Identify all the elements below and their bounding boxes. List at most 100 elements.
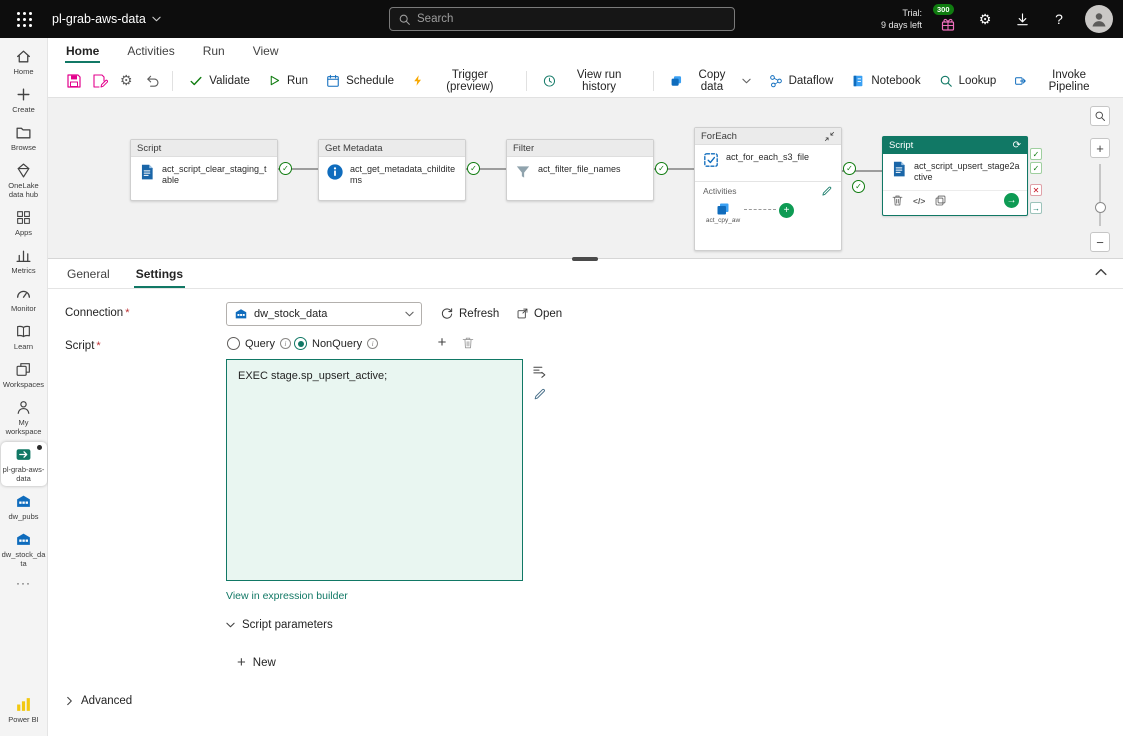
gear-icon: ⚙	[120, 72, 133, 89]
tab-general[interactable]: General	[65, 259, 112, 288]
add-activity-button[interactable]: +	[779, 203, 794, 218]
activity-node-script-upsert[interactable]: Script ⟳ act_script_upsert_stage2active …	[882, 136, 1028, 216]
sidebar-item-onelake-data-hub[interactable]: OneLake data hub	[1, 158, 47, 202]
advanced-toggle[interactable]: Advanced	[65, 695, 132, 707]
sidebar-item-dw-pubs[interactable]: dw_pubs	[1, 489, 47, 524]
sidebar-item-pl-grab-aws-data[interactable]: pl-grab-aws-data	[1, 442, 47, 486]
tab-activities[interactable]: Activities	[126, 38, 175, 64]
validate-check-icon	[189, 74, 203, 88]
copy-data-button[interactable]: Copy data	[662, 64, 759, 98]
code-view-icon[interactable]: </>	[913, 196, 925, 206]
new-parameter-button[interactable]: + New	[232, 651, 281, 674]
node-state-icon: ⟳	[1013, 140, 1021, 151]
tab-view[interactable]: View	[252, 38, 280, 64]
activity-node-script-clear[interactable]: Script act_script_clear_staging_table	[130, 139, 278, 201]
sidebar-item-create[interactable]: Create	[1, 82, 47, 117]
sidebar-item-workspaces[interactable]: Workspaces	[1, 357, 47, 392]
sidebar-item-my-workspace[interactable]: My workspace	[1, 395, 47, 439]
tab-settings[interactable]: Settings	[134, 259, 185, 288]
tab-home[interactable]: Home	[65, 38, 100, 64]
radio-query[interactable]: Query i	[227, 337, 291, 350]
tab-run[interactable]: Run	[202, 38, 226, 64]
sidebar-item-metrics[interactable]: Metrics	[1, 243, 47, 278]
settings-gear-button[interactable]: ⚙	[974, 8, 996, 30]
view-run-history-button[interactable]: View run history	[535, 64, 645, 98]
connection-label: Connection*	[65, 307, 129, 319]
save-icon	[66, 73, 82, 89]
trial-credits-button[interactable]: 300	[937, 6, 959, 32]
help-button[interactable]: ?	[1048, 8, 1070, 30]
dataflow-button[interactable]: Dataflow	[761, 69, 842, 93]
global-search[interactable]	[389, 7, 735, 31]
edit-expression-icon[interactable]	[530, 384, 550, 404]
save-button[interactable]	[62, 68, 86, 94]
notebook-button[interactable]: Notebook	[843, 69, 928, 93]
collapse-node-icon[interactable]	[824, 131, 835, 142]
lookup-button[interactable]: Lookup	[931, 69, 1005, 93]
foreach-activity-icon	[702, 151, 720, 174]
pipeline-settings-button[interactable]: ⚙	[114, 68, 138, 94]
toolbar-separator	[172, 71, 173, 91]
sidebar-item-home[interactable]: Home	[1, 44, 47, 79]
collapse-panel-button[interactable]	[1095, 268, 1107, 276]
sidebar-item-browse[interactable]: Browse	[1, 120, 47, 155]
pipeline-canvas[interactable]: ✓ ✓ ✓ ✓ ✓ Script act_script_clear_stagin…	[48, 98, 1123, 258]
schedule-button[interactable]: Schedule	[318, 69, 402, 93]
apps-grid-icon	[15, 209, 32, 226]
warehouse-icon	[15, 493, 32, 510]
port-on-failure-icon[interactable]: ✕	[1030, 184, 1042, 196]
inner-activity-copy[interactable]: act_cpy_aw	[705, 201, 741, 225]
zoom-out-button[interactable]: −	[1090, 232, 1110, 252]
calendar-icon	[326, 74, 340, 88]
app-launcher-icon[interactable]	[0, 0, 48, 38]
plus-icon	[15, 86, 32, 103]
sidebar-item-dw-stock-data[interactable]: dw_stock_data	[1, 527, 47, 571]
play-icon	[268, 74, 281, 87]
warehouse-icon	[234, 307, 248, 321]
run-button[interactable]: Run	[260, 69, 316, 92]
activity-node-foreach[interactable]: ForEach act_for_each_s3_file Activities	[694, 127, 842, 251]
zoom-slider-handle[interactable]	[1095, 202, 1106, 213]
validate-button[interactable]: Validate	[181, 69, 258, 93]
expression-builder-link[interactable]: View in expression builder	[226, 590, 348, 602]
add-dynamic-content-icon[interactable]	[529, 361, 549, 381]
zoom-in-button[interactable]: +	[1090, 138, 1110, 158]
radio-nonquery[interactable]: NonQuery i	[294, 337, 378, 350]
add-script-button[interactable]: +	[432, 332, 452, 352]
open-button[interactable]: Open	[512, 304, 566, 323]
script-editor[interactable]: EXEC stage.sp_upsert_active;	[226, 359, 523, 581]
zoom-slider[interactable]	[1099, 164, 1101, 226]
chevron-down-icon	[226, 622, 235, 628]
sidebar-item-power-bi[interactable]: Power BI	[1, 692, 47, 727]
port-on-completion-icon[interactable]: →	[1030, 202, 1042, 214]
activity-node-filter[interactable]: Filter act_filter_file_names	[506, 139, 654, 201]
copy-data-icon	[670, 74, 683, 88]
sidebar-item-learn[interactable]: Learn	[1, 319, 47, 354]
invoke-pipeline-button[interactable]: Invoke Pipeline	[1006, 64, 1113, 98]
toolbar-separator	[653, 71, 654, 91]
sidebar-item-apps[interactable]: Apps	[1, 205, 47, 240]
edit-activities-icon[interactable]	[821, 185, 833, 197]
zoom-fit-button[interactable]	[1090, 106, 1110, 126]
power-bi-icon	[15, 696, 32, 713]
add-next-activity-button[interactable]: →	[1004, 193, 1019, 208]
connection-dropdown[interactable]: dw_stock_data	[226, 302, 422, 326]
delete-activity-icon[interactable]	[891, 194, 904, 207]
sidebar-item-more[interactable]: ···	[1, 574, 47, 592]
delete-script-button[interactable]	[458, 333, 478, 353]
pipeline-title-menu[interactable]: pl-grab-aws-data	[52, 12, 161, 26]
chevron-down-icon	[405, 311, 414, 317]
search-input[interactable]	[417, 13, 726, 25]
refresh-button[interactable]: Refresh	[436, 304, 503, 324]
activity-node-get-metadata[interactable]: Get Metadata act_get_metadata_childitems	[318, 139, 466, 201]
undo-button[interactable]	[140, 68, 164, 94]
trigger-preview-button[interactable]: Trigger (preview)	[404, 64, 518, 98]
download-button[interactable]	[1011, 8, 1033, 30]
sidebar-item-monitor[interactable]: Monitor	[1, 281, 47, 316]
port-on-success-icon[interactable]: ✓	[1030, 162, 1042, 174]
clone-activity-icon[interactable]	[934, 194, 947, 207]
avatar[interactable]	[1085, 5, 1113, 33]
port-on-success-icon[interactable]: ✓	[1030, 148, 1042, 160]
script-parameters-toggle[interactable]: Script parameters	[226, 619, 333, 631]
save-as-button[interactable]	[88, 68, 112, 94]
